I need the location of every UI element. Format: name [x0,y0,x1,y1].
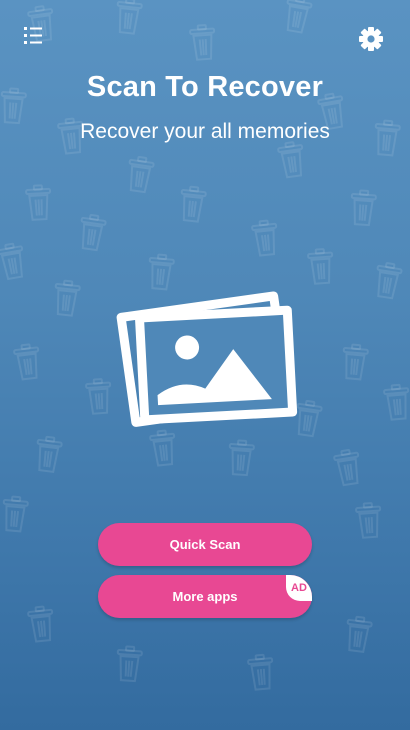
gear-icon [359,27,383,51]
list-icon [24,27,42,44]
photos-icon [116,291,298,427]
page-subtitle: Recover your all memories [80,120,330,143]
quick-scan-button[interactable]: Quick Scan [98,523,312,566]
recover-screen: Scan To Recover Recover your all memorie… [0,0,410,730]
settings-button[interactable] [354,22,388,56]
more-apps-label: More apps [172,589,238,604]
more-apps-button[interactable]: More apps AD [98,575,312,618]
page-title: Scan To Recover [86,71,324,103]
menu-button[interactable] [18,22,50,50]
ad-badge: AD [286,575,312,601]
